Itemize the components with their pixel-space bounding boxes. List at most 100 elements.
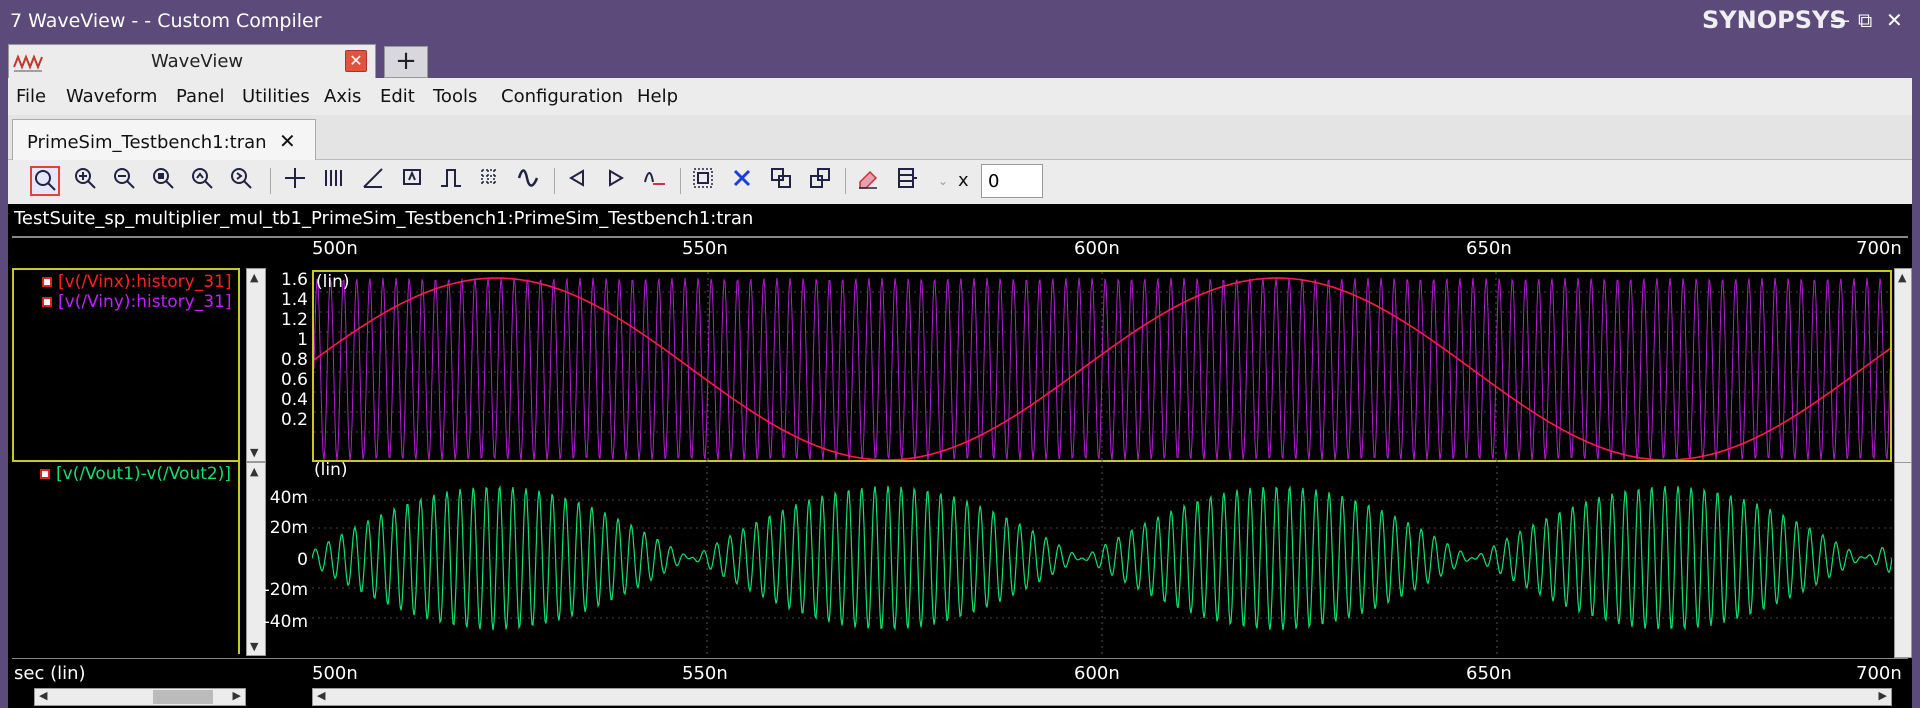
app-tab-strip: WaveView ✕ + [0, 42, 1920, 78]
signal-visible-checkbox[interactable] [42, 277, 52, 287]
y-tick-label: 1 [297, 330, 308, 350]
close-window-button[interactable]: ✕ [1886, 8, 1903, 32]
signal-list-panel-2: [v(/Vout1)-v(/Vout2)] [12, 460, 240, 654]
x-input[interactable] [981, 164, 1043, 198]
next-icon[interactable] [601, 166, 631, 196]
scale-label-2: (lin) [314, 460, 348, 480]
close-doc-tab-icon[interactable]: ✕ [279, 129, 296, 153]
measure-icon[interactable] [358, 166, 388, 196]
menu-axis[interactable]: Axis [324, 86, 361, 107]
eraser-icon[interactable] [853, 166, 883, 196]
menu-waveform[interactable]: Waveform [66, 86, 157, 107]
y-tick-label: -20m [263, 580, 308, 600]
delete-icon[interactable] [727, 166, 757, 196]
menu-help[interactable]: Help [637, 86, 678, 107]
group-icon[interactable] [688, 166, 718, 196]
top-tick-label: 500n [312, 238, 358, 259]
waveview-icon [13, 54, 43, 72]
x-label: x [958, 170, 969, 191]
bottom-axis: sec (lin) 500n 550n 600n 650n 700n [8, 658, 1912, 688]
pulse-icon[interactable] [436, 166, 466, 196]
prev-icon[interactable] [562, 166, 592, 196]
zoom-x-icon[interactable] [226, 166, 256, 196]
menu-edit[interactable]: Edit [380, 86, 415, 107]
grid-icon[interactable] [475, 166, 505, 196]
title-bar: 7 WaveView - - Custom Compiler SYNOPSYS … [0, 0, 1920, 42]
toolbar: ⌄ x [8, 160, 1912, 204]
breadcrumb: TestSuite_sp_multiplier_mul_tb1_PrimeSim… [14, 208, 754, 229]
waveview-tab-label: WaveView [151, 51, 244, 72]
bottom-tick-label: 700n [1856, 663, 1902, 684]
menu-utilities[interactable]: Utilities [242, 86, 310, 107]
dropdown-icon[interactable]: ⌄ [928, 166, 958, 196]
waveform-area: TestSuite_sp_multiplier_mul_tb1_PrimeSim… [8, 204, 1912, 708]
add-tab-button[interactable]: + [384, 46, 428, 78]
bottom-tick-label: 650n [1466, 663, 1512, 684]
menu-configuration[interactable]: Configuration [501, 86, 623, 107]
viny-trace [313, 278, 1891, 461]
top-tick-label: 650n [1466, 238, 1512, 259]
menu-panel[interactable]: Panel [176, 86, 225, 107]
cursor-icon[interactable] [280, 166, 310, 196]
plot-scrollbar-1[interactable]: ▲ [1894, 268, 1912, 464]
scale-label-1: (lin) [316, 272, 350, 292]
close-tab-button[interactable]: ✕ [345, 50, 367, 72]
doc-tab-label: PrimeSim_Testbench1:tran [27, 132, 267, 153]
zoom-in-icon[interactable] [70, 166, 100, 196]
list-h-scrollbar[interactable]: ◀ ▶ [34, 688, 246, 706]
waveview-tab[interactable]: WaveView ✕ [8, 44, 376, 78]
horizontal-scrollbars: ◀ ▶ ◀ ▶ [8, 686, 1912, 708]
signal-viny-label: [v(/Viny):history_31] [58, 292, 232, 312]
y-tick-label: 0.6 [280, 370, 308, 390]
toolbar-separator [270, 168, 271, 194]
zoom-fit-icon[interactable] [30, 166, 60, 196]
menu-bar: File Waveform Panel Utilities Axis Edit … [8, 78, 1912, 115]
waveform-plot-2[interactable] [311, 460, 1893, 656]
menu-tools[interactable]: Tools [433, 86, 477, 107]
top-tick-label: 600n [1074, 238, 1120, 259]
x-axis-label: sec (lin) [14, 663, 86, 684]
y-tick-label: 0 [297, 550, 308, 570]
signal-list-panel-1: [v(/Vinx):history_31] [v(/Viny):history_… [12, 268, 240, 462]
toolbar-separator [680, 168, 681, 194]
signal-viny[interactable]: [v(/Viny):history_31] [42, 292, 231, 312]
signal-vinx[interactable]: [v(/Vinx):history_31] [42, 272, 231, 292]
y-tick-label: 20m [269, 518, 308, 538]
layout-icon[interactable] [892, 166, 922, 196]
waveform-plot-1[interactable] [313, 272, 1891, 461]
window-title: 7 WaveView - - Custom Compiler [10, 10, 322, 32]
signal-vout-diff[interactable]: [v(/Vout1)-v(/Vout2)] [40, 464, 231, 484]
zoom-out-icon[interactable] [109, 166, 139, 196]
copy-icon[interactable] [766, 166, 796, 196]
y-tick-label: 0.8 [280, 350, 308, 370]
zoom-y-icon[interactable] [187, 166, 217, 196]
y-tick-label: 1.6 [280, 270, 308, 290]
y-tick-label: 1.4 [280, 290, 308, 310]
bottom-tick-label: 500n [312, 663, 358, 684]
plot-scrollbar-2[interactable] [1894, 462, 1912, 658]
bars-icon[interactable] [319, 166, 349, 196]
plot-panel-2[interactable]: (lin) [311, 460, 1893, 656]
menu-file[interactable]: File [16, 86, 46, 107]
tab-primesim-tran[interactable]: PrimeSim_Testbench1:tran ✕ [12, 119, 316, 160]
y-tick-label: -40m [263, 612, 308, 632]
restore-button[interactable]: ⧉ [1858, 8, 1872, 32]
y-tick-label: 1.2 [280, 310, 308, 330]
signal-visible-checkbox[interactable] [40, 469, 50, 479]
signal-visible-checkbox[interactable] [42, 297, 52, 307]
y-tick-label: 0.4 [280, 390, 308, 410]
vout-trace [311, 484, 1893, 631]
toolbar-separator [554, 168, 555, 194]
plot-panel-1[interactable]: (lin) [312, 270, 1892, 462]
top-tick-label: 700n [1856, 238, 1902, 259]
wave-edit-icon[interactable] [640, 166, 670, 196]
top-tick-label: 550n [682, 238, 728, 259]
y-tick-label: 40m [269, 488, 308, 508]
y-tick-label: 0.2 [280, 410, 308, 430]
wave-icon[interactable] [514, 166, 544, 196]
paste-icon[interactable] [805, 166, 835, 196]
minimize-button[interactable]: — [1830, 8, 1850, 32]
zoom-full-icon[interactable] [148, 166, 178, 196]
annotation-icon[interactable] [397, 166, 427, 196]
plot-h-scrollbar[interactable]: ◀ ▶ [312, 688, 1892, 706]
